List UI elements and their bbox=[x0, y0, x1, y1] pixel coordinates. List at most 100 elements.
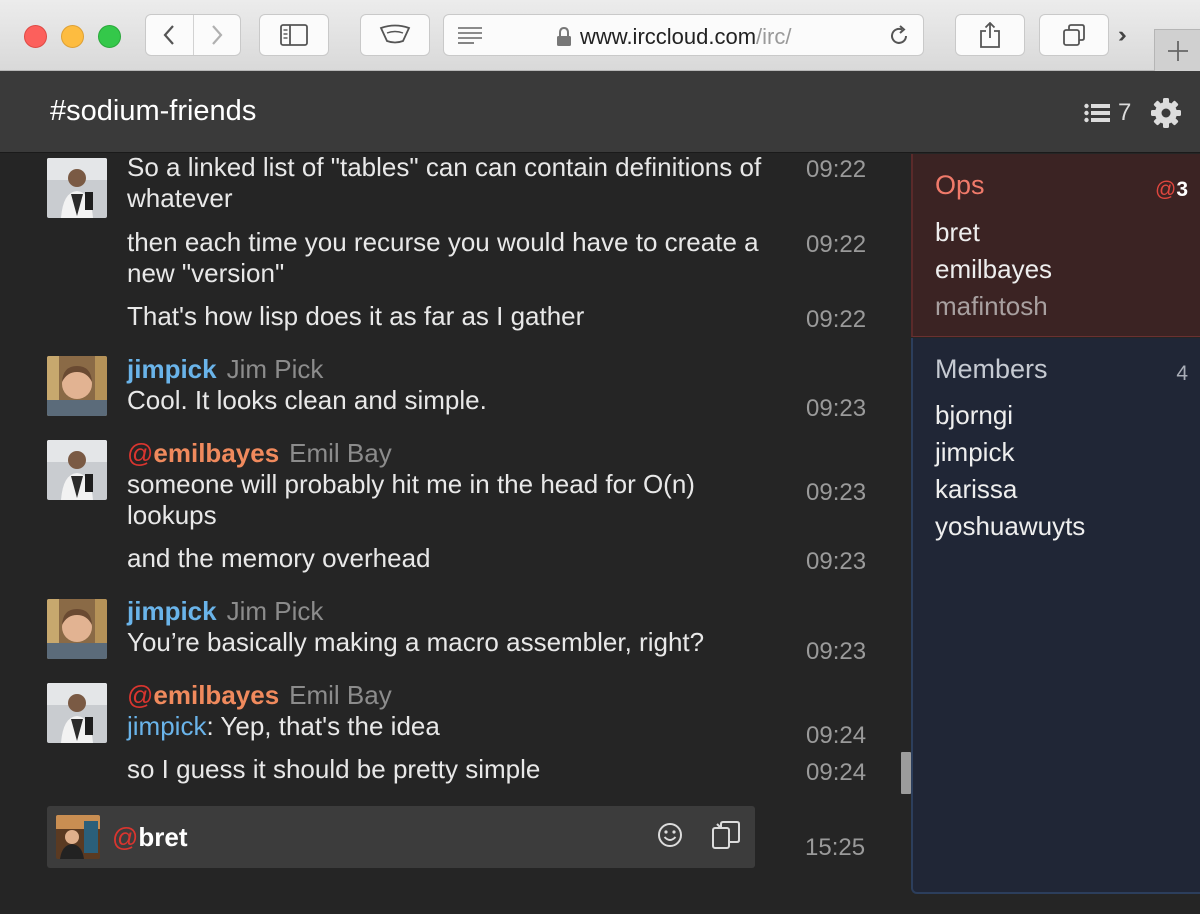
message-nick-row: @emilbayes Emil Bay bbox=[127, 438, 392, 469]
message-nick-row: jimpick Jim Pick bbox=[127, 354, 323, 385]
realname: Jim Pick bbox=[226, 354, 324, 384]
message-body: : Yep, that's the idea bbox=[206, 711, 440, 741]
avatar-jimpick[interactable] bbox=[47, 356, 107, 416]
share-button[interactable] bbox=[955, 14, 1025, 56]
forward-button[interactable] bbox=[192, 15, 240, 55]
history-nav bbox=[145, 14, 241, 56]
user-photo-icon bbox=[56, 815, 100, 859]
member-item[interactable]: mafintosh bbox=[935, 291, 1048, 322]
nick-emilbayes[interactable]: emilbayes bbox=[153, 680, 279, 710]
member-sidebar: Ops @3 bret emilbayes mafintosh Members … bbox=[911, 154, 1200, 894]
message-text: jimpick: Yep, that's the idea bbox=[127, 711, 777, 742]
realname: Emil Bay bbox=[289, 680, 392, 710]
members-count: 4 bbox=[1176, 362, 1188, 385]
realname: Emil Bay bbox=[289, 438, 392, 468]
op-prefix: @ bbox=[112, 822, 139, 852]
message-timestamp: 09:23 bbox=[806, 548, 867, 575]
member-item[interactable]: yoshuawuyts bbox=[935, 511, 1085, 542]
message-text: So a linked list of "tables" can can con… bbox=[127, 152, 762, 213]
top-sites-button[interactable] bbox=[360, 14, 430, 56]
member-item[interactable]: jimpick bbox=[935, 437, 1014, 468]
ops-panel: Ops @3 bret emilbayes mafintosh bbox=[911, 154, 1200, 337]
new-tab-button[interactable] bbox=[1154, 29, 1200, 71]
message-text: and the memory overhead bbox=[127, 543, 431, 573]
emoji-icon[interactable] bbox=[657, 822, 683, 848]
message-timestamp: 09:24 bbox=[806, 759, 867, 786]
cloud-icon bbox=[379, 24, 411, 44]
user-photo-icon bbox=[47, 440, 107, 500]
current-user-name: bret bbox=[138, 822, 188, 852]
current-user-nick: @bret bbox=[112, 822, 188, 853]
message-timestamp: 09:22 bbox=[806, 231, 867, 258]
list-icon bbox=[1084, 103, 1110, 123]
message-log: So a linked list of "tables" can can con… bbox=[0, 152, 900, 914]
realname: Jim Pick bbox=[226, 596, 324, 626]
overflow-chevron-icon[interactable]: ›› bbox=[1118, 22, 1126, 48]
avatar-emilbayes[interactable] bbox=[47, 683, 107, 743]
user-photo-icon bbox=[47, 599, 107, 659]
members-heading: Members bbox=[935, 354, 1048, 384]
ops-count-value: 3 bbox=[1176, 178, 1188, 201]
avatar-emilbayes[interactable] bbox=[47, 158, 107, 218]
message-text: someone will probably hit me in the head… bbox=[127, 469, 695, 530]
address-bar[interactable]: www.irccloud.com/irc/ bbox=[443, 14, 924, 56]
member-item[interactable]: emilbayes bbox=[935, 254, 1052, 285]
avatar-bret[interactable] bbox=[56, 815, 100, 859]
op-prefix: @ bbox=[127, 438, 154, 468]
sidebar-toggle-button[interactable] bbox=[259, 14, 329, 56]
avatar-emilbayes[interactable] bbox=[47, 440, 107, 500]
message-text: Cool. It looks clean and simple. bbox=[127, 385, 487, 415]
nick-mention[interactable]: jimpick bbox=[127, 711, 206, 741]
message-timestamp: 09:23 bbox=[806, 479, 867, 506]
message-timestamp: 09:22 bbox=[806, 306, 867, 333]
share-icon bbox=[980, 22, 1000, 48]
pastebin-icon[interactable] bbox=[711, 820, 741, 850]
url-path: /irc/ bbox=[756, 24, 792, 49]
back-button[interactable] bbox=[146, 15, 193, 55]
zoom-window-button[interactable] bbox=[98, 25, 121, 48]
lock-icon bbox=[557, 27, 571, 46]
chevron-left-icon bbox=[164, 25, 175, 45]
nick-jimpick[interactable]: jimpick bbox=[127, 596, 217, 626]
minimize-window-button[interactable] bbox=[61, 25, 84, 48]
close-window-button[interactable] bbox=[24, 25, 47, 48]
scrollbar-thumb[interactable] bbox=[901, 752, 911, 794]
message-input[interactable]: @bret bbox=[47, 806, 755, 868]
gear-icon[interactable] bbox=[1150, 97, 1182, 129]
plus-icon bbox=[1167, 40, 1188, 61]
tab-overview-button[interactable] bbox=[1039, 14, 1109, 56]
op-prefix: @ bbox=[127, 680, 154, 710]
members-panel: Members 4 bjorngi jimpick karissa yoshua… bbox=[911, 338, 1200, 894]
sidebar-icon bbox=[280, 24, 308, 46]
url-host: www.irccloud.com bbox=[580, 24, 757, 49]
current-time: 15:25 bbox=[805, 834, 866, 861]
message-timestamp: 09:22 bbox=[806, 156, 867, 183]
browser-toolbar: www.irccloud.com/irc/ ›› bbox=[0, 0, 1200, 71]
member-list-toggle[interactable]: 7 bbox=[1084, 99, 1131, 127]
member-item[interactable]: bjorngi bbox=[935, 400, 1013, 431]
user-photo-icon bbox=[47, 683, 107, 743]
user-photo-icon bbox=[47, 356, 107, 416]
message-text: then each time you recurse you would hav… bbox=[127, 227, 759, 288]
chevron-right-icon bbox=[212, 25, 223, 45]
message-text: You’re basically making a macro assemble… bbox=[127, 627, 705, 657]
reload-icon[interactable] bbox=[887, 24, 911, 48]
ops-heading: Ops bbox=[935, 170, 985, 200]
user-photo-icon bbox=[47, 158, 107, 218]
tabs-icon bbox=[1063, 24, 1085, 46]
message-timestamp: 09:23 bbox=[806, 638, 867, 665]
url-text: www.irccloud.com/irc/ bbox=[580, 24, 792, 50]
reader-view-icon[interactable] bbox=[457, 26, 483, 46]
member-item[interactable]: karissa bbox=[935, 474, 1017, 505]
member-count: 7 bbox=[1118, 99, 1132, 126]
ops-count: @3 bbox=[1155, 178, 1188, 202]
avatar-jimpick[interactable] bbox=[47, 599, 107, 659]
nick-jimpick[interactable]: jimpick bbox=[127, 354, 217, 384]
member-item[interactable]: bret bbox=[935, 217, 980, 248]
nick-emilbayes[interactable]: emilbayes bbox=[153, 438, 279, 468]
message-text: so I guess it should be pretty simple bbox=[127, 754, 541, 784]
message-nick-row: jimpick Jim Pick bbox=[127, 596, 323, 627]
channel-header: #sodium-friends 7 bbox=[0, 71, 1200, 153]
channel-title: #sodium-friends bbox=[50, 95, 257, 127]
message-nick-row: @emilbayes Emil Bay bbox=[127, 680, 392, 711]
